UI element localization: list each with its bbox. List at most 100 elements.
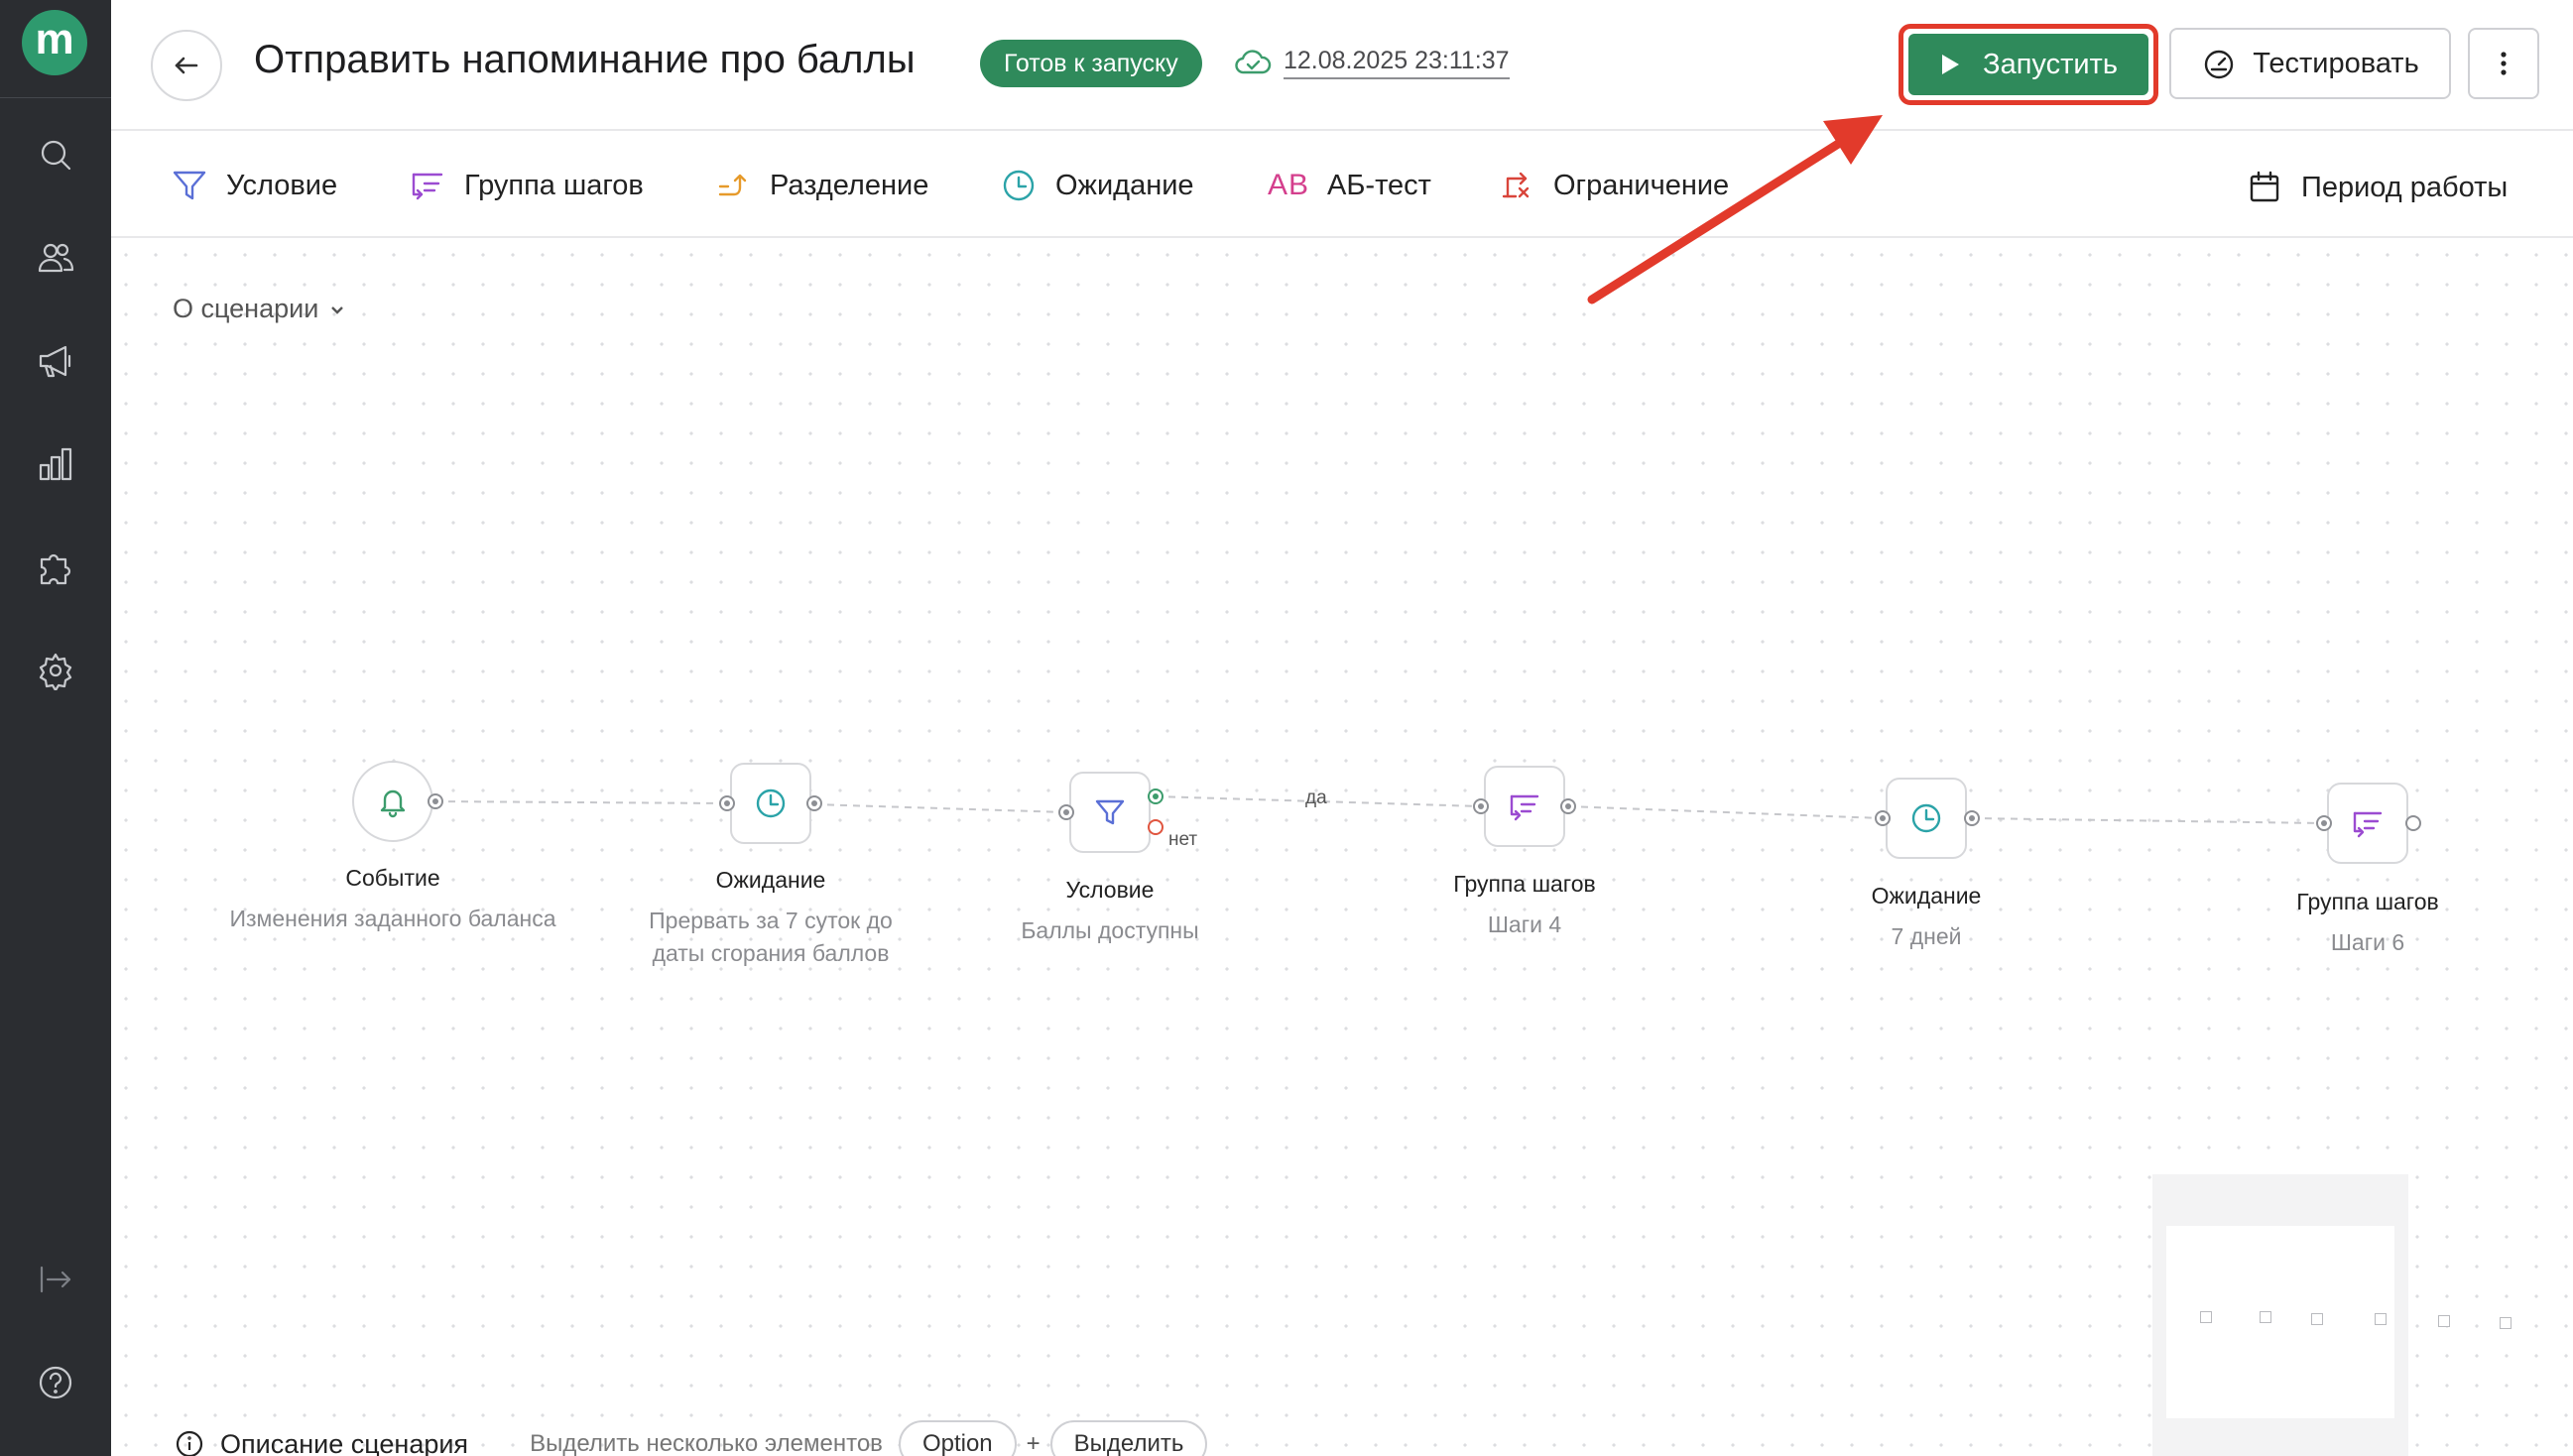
node-out-port[interactable] bbox=[1964, 810, 1980, 826]
clock-icon bbox=[1911, 803, 1941, 833]
filter-icon bbox=[173, 171, 206, 200]
launch-button[interactable]: Запустить bbox=[1908, 34, 2148, 95]
page-title: Отправить напоминание про баллы bbox=[254, 38, 916, 81]
group-steps-icon bbox=[1510, 794, 1539, 821]
tool-wait-label: Ожидание bbox=[1055, 169, 1194, 201]
tool-condition-label: Условие bbox=[226, 169, 338, 201]
help-icon[interactable] bbox=[32, 1359, 79, 1406]
node-in-port[interactable] bbox=[2316, 815, 2332, 831]
toolbar: Условие Группа шагов Разделение Ожидание… bbox=[111, 133, 2573, 238]
tool-condition[interactable]: Условие bbox=[171, 161, 337, 210]
node-subtitle: 7 дней bbox=[1891, 923, 1962, 949]
node-out-port[interactable] bbox=[2405, 815, 2421, 831]
clock-icon bbox=[756, 789, 786, 818]
users-icon[interactable] bbox=[32, 234, 79, 282]
flow-node-group-steps[interactable] bbox=[1484, 766, 1565, 847]
edge-label-no: нет bbox=[1168, 829, 1198, 850]
minimap-node bbox=[2311, 1313, 2323, 1325]
tool-group-steps[interactable]: Группа шагов bbox=[409, 161, 644, 210]
tool-wait[interactable]: Ожидание bbox=[1000, 161, 1194, 210]
speedometer-icon bbox=[2205, 50, 2234, 79]
node-title: Группа шагов bbox=[2296, 889, 2439, 914]
launch-button-label: Запустить bbox=[1983, 48, 2118, 80]
sidebar-divider bbox=[0, 97, 111, 98]
minimap[interactable] bbox=[2152, 1174, 2512, 1456]
minimap-node bbox=[2375, 1313, 2387, 1325]
back-button[interactable] bbox=[151, 30, 222, 101]
flow-node-wait[interactable] bbox=[730, 763, 811, 844]
minimap-node bbox=[2438, 1315, 2450, 1327]
split-icon bbox=[718, 174, 747, 196]
work-period-button[interactable]: Период работы bbox=[2246, 163, 2508, 212]
node-in-port[interactable] bbox=[719, 795, 735, 811]
info-icon bbox=[176, 1430, 203, 1456]
node-subtitle: Прервать за 7 суток до даты сгорания бал… bbox=[649, 908, 893, 966]
node-title: Группа шагов bbox=[1453, 871, 1596, 897]
plus-sign: + bbox=[1026, 1430, 1041, 1456]
minimap-viewport[interactable] bbox=[2166, 1226, 2394, 1418]
chart-icon[interactable] bbox=[32, 440, 79, 488]
scenario-canvas[interactable]: О сценарии Событие Изменения заданного б… bbox=[111, 240, 2573, 1456]
node-title: Ожидание bbox=[1871, 883, 1982, 909]
tool-ab-test-label: АБ-тест bbox=[1327, 169, 1431, 201]
flow-node-group-steps[interactable] bbox=[2327, 783, 2408, 864]
flow-node-event[interactable] bbox=[352, 761, 433, 842]
node-subtitle: Шаги 4 bbox=[1487, 911, 1562, 937]
limit-icon bbox=[1502, 172, 1530, 198]
tool-limit[interactable]: Ограничение bbox=[1498, 161, 1729, 210]
node-subtitle: Баллы доступны bbox=[1021, 917, 1199, 943]
edge-label-yes: да bbox=[1305, 788, 1327, 808]
sidebar: m bbox=[0, 0, 111, 1456]
work-period-label: Период работы bbox=[2301, 171, 2509, 203]
node-out-port[interactable] bbox=[1560, 798, 1576, 814]
status-badge: Готов к запуску bbox=[980, 40, 1202, 87]
node-out-port[interactable] bbox=[806, 795, 822, 811]
more-menu-button[interactable] bbox=[2468, 28, 2539, 99]
multi-select-hint: Выделить несколько элементов bbox=[530, 1430, 883, 1456]
puzzle-icon[interactable] bbox=[32, 544, 79, 591]
group-steps-icon bbox=[412, 173, 443, 200]
node-in-port[interactable] bbox=[1058, 804, 1074, 820]
node-no-port[interactable] bbox=[1148, 819, 1164, 835]
logout-icon[interactable] bbox=[32, 1256, 79, 1303]
filter-icon bbox=[1095, 799, 1125, 825]
app-logo[interactable]: m bbox=[22, 10, 87, 75]
minimap-node bbox=[2260, 1311, 2271, 1323]
flow-node-wait[interactable] bbox=[1886, 778, 1967, 859]
play-icon bbox=[1942, 55, 1960, 74]
more-vertical-icon bbox=[2501, 52, 2507, 75]
node-out-port[interactable] bbox=[428, 793, 443, 809]
node-title: Ожидание bbox=[715, 867, 826, 893]
clock-icon bbox=[1003, 170, 1035, 201]
node-in-port[interactable] bbox=[1875, 810, 1891, 826]
node-in-port[interactable] bbox=[1473, 798, 1489, 814]
node-title: Условие bbox=[1065, 877, 1155, 903]
saved-timestamp[interactable]: 12.08.2025 23:11:37 bbox=[1284, 47, 1510, 79]
node-title: Событие bbox=[345, 865, 440, 891]
test-button-label: Тестировать bbox=[2253, 47, 2419, 79]
arrow-left-icon bbox=[175, 57, 198, 74]
scenario-description-button[interactable]: Описание сценария bbox=[175, 1429, 468, 1456]
search-icon[interactable] bbox=[32, 131, 79, 179]
bottom-bar: Описание сценария Выделить несколько эле… bbox=[175, 1420, 1208, 1456]
tool-limit-label: Ограничение bbox=[1553, 169, 1730, 201]
tool-split[interactable]: Разделение bbox=[714, 161, 928, 210]
cloud-check-icon bbox=[1235, 50, 1272, 74]
tool-group-steps-label: Группа шагов bbox=[464, 169, 644, 201]
node-subtitle: Изменения заданного баланса bbox=[229, 906, 556, 931]
minimap-node bbox=[2200, 1311, 2212, 1323]
node-subtitle: Шаги 6 bbox=[2330, 929, 2405, 955]
option-key: Option bbox=[898, 1420, 1017, 1456]
ab-icon: AB bbox=[1268, 169, 1310, 201]
tool-split-label: Разделение bbox=[770, 169, 929, 201]
flow-node-condition[interactable] bbox=[1069, 772, 1151, 853]
gear-icon[interactable] bbox=[32, 647, 79, 694]
test-button[interactable]: Тестировать bbox=[2169, 28, 2451, 99]
bell-icon bbox=[380, 789, 406, 818]
megaphone-icon[interactable] bbox=[32, 337, 79, 385]
select-key: Выделить bbox=[1049, 1420, 1208, 1456]
group-steps-icon bbox=[2353, 811, 2383, 838]
saved-indicator: 12.08.2025 23:11:37 bbox=[1234, 44, 1510, 81]
node-yes-port[interactable] bbox=[1148, 789, 1164, 804]
tool-ab-test[interactable]: AB АБ-тест bbox=[1268, 161, 1431, 210]
